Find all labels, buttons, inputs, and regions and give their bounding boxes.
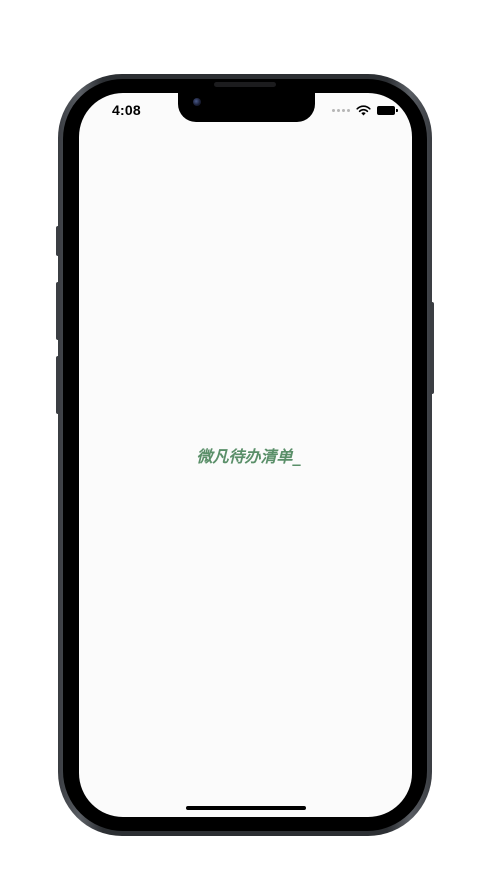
volume-down-button [56, 356, 60, 414]
front-camera-icon [193, 98, 201, 106]
battery-icon [377, 105, 398, 115]
status-time: 4:08 [112, 102, 141, 118]
status-icons [332, 103, 398, 117]
home-indicator[interactable] [186, 806, 306, 810]
app-title: 微凡待办清单_ [196, 447, 301, 466]
power-button [430, 302, 434, 394]
wifi-icon [356, 104, 371, 115]
silent-switch [56, 226, 60, 256]
cellular-signal-icon [332, 108, 350, 112]
earpiece-speaker [214, 82, 276, 87]
volume-up-button [56, 282, 60, 340]
